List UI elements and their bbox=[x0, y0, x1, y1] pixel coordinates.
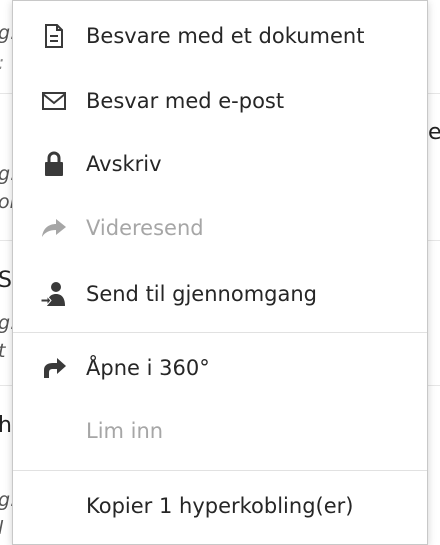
list-item-fragment: g. bbox=[0, 489, 12, 511]
menu-item-open-360[interactable]: Åpne i 360° bbox=[13, 338, 427, 398]
menu-item-label: Åpne i 360° bbox=[86, 356, 210, 380]
menu-item-forward[interactable]: Videresend bbox=[13, 198, 427, 258]
menu-item-label: Send til gjennomgang bbox=[86, 282, 317, 306]
menu-item-paste[interactable]: Lim inn bbox=[13, 401, 427, 461]
menu-item-write-off[interactable]: Avskriv bbox=[13, 134, 427, 194]
menu-item-label: Kopier 1 hyperkobling(er) bbox=[86, 494, 354, 518]
envelope-icon bbox=[41, 88, 67, 114]
document-icon bbox=[41, 23, 67, 49]
menu-item-label: Lim inn bbox=[86, 419, 164, 443]
menu-item-label: Avskriv bbox=[86, 152, 162, 176]
list-item-fragment: g. bbox=[0, 163, 12, 185]
list-item-fragment: l bbox=[0, 517, 12, 539]
list-item-fragment: S bbox=[0, 268, 12, 293]
list-item-fragment: h bbox=[0, 413, 12, 438]
menu-item-label: Videresend bbox=[86, 216, 204, 240]
context-menu: Besvare med et dokument Besvar med e-pos… bbox=[12, 0, 428, 545]
list-item-fragment: t bbox=[0, 340, 12, 362]
list-item-fragment: oi bbox=[0, 191, 12, 213]
forward-arrow-icon bbox=[41, 215, 67, 241]
menu-item-send-for-review[interactable]: Send til gjennomgang bbox=[13, 264, 427, 324]
menu-item-label: Besvar med e-post bbox=[86, 89, 285, 113]
menu-separator bbox=[13, 332, 427, 333]
redo-arrow-icon bbox=[41, 355, 67, 381]
list-item-fragment: e bbox=[428, 120, 440, 145]
list-item-fragment: : bbox=[0, 52, 12, 74]
menu-item-label: Besvare med et dokument bbox=[86, 24, 365, 48]
menu-item-copy-hyperlinks[interactable]: Kopier 1 hyperkobling(er) bbox=[13, 476, 427, 536]
list-item-fragment: g. bbox=[0, 312, 12, 334]
menu-separator bbox=[13, 470, 427, 471]
menu-item-reply-email[interactable]: Besvar med e-post bbox=[13, 71, 427, 131]
list-item-fragment: g. bbox=[0, 22, 12, 44]
person-arrow-icon bbox=[41, 281, 67, 307]
menu-item-reply-document[interactable]: Besvare med et dokument bbox=[13, 6, 427, 66]
lock-icon bbox=[41, 151, 67, 177]
